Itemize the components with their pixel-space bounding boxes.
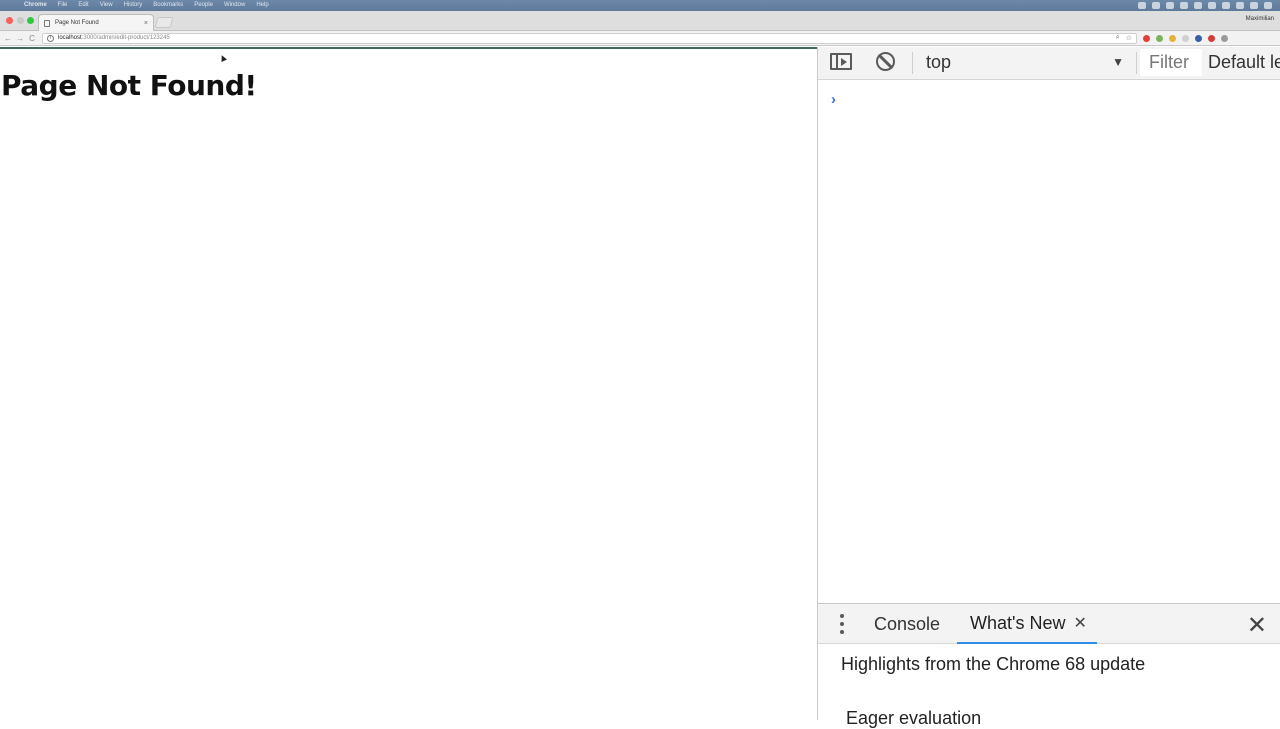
page-icon — [44, 19, 50, 27]
clear-console-icon[interactable] — [876, 52, 895, 71]
status-tray — [1138, 2, 1280, 9]
close-tab-icon[interactable]: ✕ — [1073, 613, 1086, 633]
menu-file[interactable]: File — [58, 0, 68, 11]
tab-title: Page Not Found — [55, 20, 99, 26]
drawer-tab-bar: Console What's New ✕ ✕ — [818, 604, 1280, 644]
tray-icon[interactable] — [1194, 2, 1202, 9]
chevron-down-icon: ▼ — [1112, 55, 1124, 69]
profile-name[interactable]: Maximilian — [1246, 16, 1274, 22]
menu-help[interactable]: Help — [256, 0, 268, 11]
tray-icon[interactable] — [1180, 2, 1188, 9]
browser-tab[interactable]: Page Not Found × — [38, 14, 154, 31]
omnibox-actions: ⌕ ☆ — [1116, 34, 1132, 42]
tray-icon[interactable] — [1152, 2, 1160, 9]
bookmark-star-icon[interactable]: ☆ — [1126, 34, 1132, 42]
tab-strip: Page Not Found × Maximilian — [0, 11, 1280, 31]
menu-people[interactable]: People — [194, 0, 213, 11]
devtools-panel: top ▼ Filter Default le › Console What's… — [817, 47, 1280, 728]
tab-close-icon[interactable]: × — [144, 20, 148, 27]
show-console-sidebar-icon[interactable] — [830, 53, 852, 70]
page-heading: Page Not Found! — [1, 69, 257, 102]
extension-icon[interactable] — [1208, 34, 1215, 42]
console-toolbar: top ▼ Filter Default le — [818, 47, 1280, 80]
menu-bookmarks[interactable]: Bookmarks — [153, 0, 183, 11]
console-filter-input[interactable]: Filter — [1140, 49, 1202, 76]
mouse-cursor-icon — [219, 54, 227, 62]
tab-whats-new-label: What's New — [970, 612, 1066, 633]
more-tools-icon[interactable] — [840, 614, 844, 634]
browser-toolbar: ← → C i localhost :3000/admin/edit-produ… — [0, 31, 1280, 46]
zoom-window-button[interactable] — [27, 17, 34, 24]
page-viewport: Page Not Found! — [0, 47, 817, 720]
whats-new-item: Eager evaluation — [846, 708, 982, 728]
menu-history[interactable]: History — [124, 0, 143, 11]
reload-button[interactable]: C — [26, 34, 38, 43]
zoom-icon[interactable]: ⌕ — [1116, 34, 1120, 42]
forward-button[interactable]: → — [14, 34, 26, 43]
macos-menu-bar: Chrome File Edit View History Bookmarks … — [0, 0, 1280, 11]
battery-icon[interactable] — [1236, 2, 1244, 9]
devtools-drawer: Console What's New ✕ ✕ Highlights from t… — [818, 603, 1280, 728]
extension-icon[interactable] — [1156, 34, 1163, 42]
info-icon[interactable]: i — [47, 34, 54, 42]
search-icon[interactable] — [1250, 2, 1258, 9]
extension-icon[interactable] — [1169, 34, 1176, 42]
url-path: :3000/admin/edit-product/123245 — [81, 35, 170, 41]
extensions-area — [1143, 34, 1228, 42]
menu-window[interactable]: Window — [224, 0, 245, 11]
wifi-icon[interactable] — [1222, 2, 1230, 9]
tray-icon[interactable] — [1166, 2, 1174, 9]
extension-icon[interactable] — [1182, 34, 1189, 42]
tab-whats-new[interactable]: What's New ✕ — [957, 604, 1097, 644]
whats-new-content: Highlights from the Chrome 68 update Eag… — [818, 644, 1280, 728]
menu-edit[interactable]: Edit — [78, 0, 88, 11]
tray-icon[interactable] — [1138, 2, 1146, 9]
new-tab-button[interactable] — [154, 17, 174, 28]
address-bar[interactable]: i localhost :3000/admin/edit-product/123… — [42, 32, 1137, 44]
whats-new-heading: Highlights from the Chrome 68 update — [841, 654, 1146, 674]
console-prompt-icon[interactable]: › — [831, 91, 836, 108]
menu-chrome[interactable]: Chrome — [24, 0, 47, 11]
extension-icon[interactable] — [1195, 34, 1202, 42]
url-host: localhost — [58, 35, 82, 41]
menu-view[interactable]: View — [100, 0, 113, 11]
toolbar-divider — [912, 52, 913, 74]
tray-icon[interactable] — [1208, 2, 1216, 9]
menu-icon[interactable] — [1221, 34, 1228, 42]
close-window-button[interactable] — [6, 17, 13, 24]
context-selector[interactable]: top ▼ — [926, 50, 1124, 74]
minimize-window-button[interactable] — [17, 17, 24, 24]
close-drawer-icon[interactable]: ✕ — [1247, 611, 1267, 640]
toolbar-divider — [1136, 52, 1137, 74]
back-button[interactable]: ← — [2, 34, 14, 43]
notification-icon[interactable] — [1264, 2, 1272, 9]
log-levels-dropdown[interactable]: Default le — [1208, 52, 1280, 73]
tab-console[interactable]: Console — [874, 604, 940, 644]
context-value: top — [926, 51, 952, 72]
extension-icon[interactable] — [1143, 34, 1150, 42]
